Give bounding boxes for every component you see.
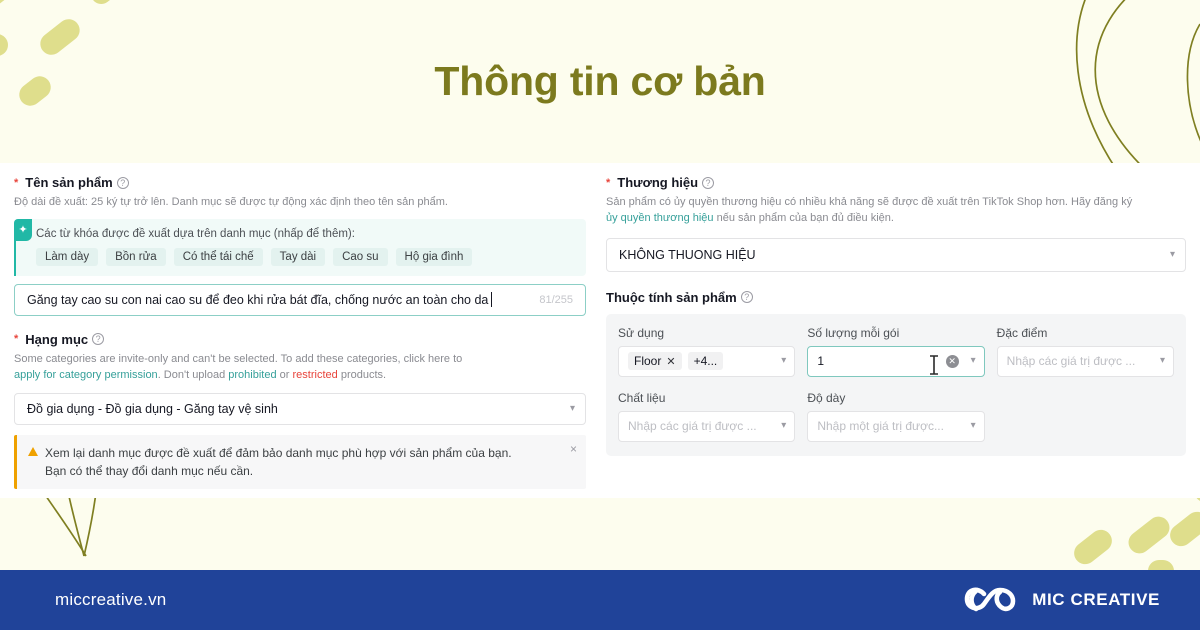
- warning-line-1: Xem lại danh mục được đề xuất để đảm bảo…: [45, 445, 512, 460]
- chevron-down-icon: ▾: [1169, 248, 1175, 260]
- product-name-description: Độ dài đề xuất: 25 ký tự trở lên. Danh m…: [14, 196, 448, 208]
- product-name-input[interactable]: Găng tay cao su con nai cao su để đeo kh…: [14, 283, 586, 316]
- character-counter: 81/255: [539, 293, 573, 306]
- product-attributes-panel: Sử dụng Floor ✕ +4... ▾ Số lượng mỗi gói…: [606, 313, 1186, 456]
- tag-remove-icon[interactable]: ✕: [666, 355, 675, 368]
- attribute-label: Đặc điểm: [996, 325, 1048, 340]
- keyword-chip[interactable]: Làm dày: [36, 247, 99, 266]
- category-label-text: Hạng mục: [25, 331, 89, 347]
- brand-description: Sản phẩm có ủy quyền thương hiệu có nhiề…: [606, 195, 1186, 227]
- attribute-usage: Sử dụng Floor ✕ +4... ▾: [618, 325, 796, 377]
- prohibited-link[interactable]: prohibited: [228, 369, 276, 381]
- attribute-material: Chất liệu Nhập các giá trị được ... ▾: [618, 390, 796, 442]
- apply-category-permission-link[interactable]: apply for category permission: [14, 369, 158, 381]
- product-name-label-text: Tên sản phẩm: [25, 175, 113, 190]
- overflow-tag[interactable]: +4...: [687, 352, 724, 371]
- product-name-label: * Tên sản phẩm ?: [14, 175, 586, 190]
- usage-multiselect[interactable]: Floor ✕ +4... ▾: [618, 345, 796, 377]
- category-desc-line1: Some categories are invite-only and can'…: [14, 352, 463, 365]
- category-description: Some categories are invite-only and can'…: [14, 352, 586, 384]
- brand-desc-a: Sản phẩm có ủy quyền thương hiệu có nhiề…: [606, 196, 1133, 208]
- thickness-select[interactable]: Nhập một giá trị được... ▾: [807, 410, 985, 442]
- thickness-placeholder: Nhập một giá trị được...: [817, 419, 944, 434]
- infinity-loop-icon: [964, 587, 1016, 612]
- brand-desc-b: nếu sản phẩm của bạn đủ điều kiện.: [713, 211, 894, 224]
- keyword-chip-list: Làm dày Bồn rửa Có thể tái chế Tay dài C…: [36, 247, 576, 266]
- restricted-link[interactable]: restricted: [293, 369, 338, 381]
- category-label: * Hạng mục ?: [14, 332, 586, 347]
- attribute-label: Sử dụng: [618, 325, 665, 340]
- attribute-empty-cell: [997, 385, 1174, 442]
- question-circle-icon[interactable]: ?: [702, 176, 715, 189]
- keyword-chip[interactable]: Tay dài: [270, 247, 326, 266]
- category-desc-end: products.: [337, 368, 387, 381]
- chevron-down-icon: ▾: [781, 420, 787, 432]
- tag-label: Floor: [634, 354, 662, 369]
- brand-authorization-link[interactable]: ủy quyền thương hiệu: [606, 212, 714, 224]
- chevron-down-icon: ▾: [1159, 355, 1165, 367]
- ai-prompt-text: Các từ khóa được đề xuất dựa trên danh m…: [36, 227, 355, 240]
- brand-name: MIC CREATIVE: [1032, 590, 1160, 609]
- ai-accent-stripe: [14, 240, 16, 276]
- required-marker: *: [14, 333, 19, 346]
- material-select[interactable]: Nhập các giá trị được ... ▾: [618, 410, 796, 442]
- ai-keyword-suggestion-box: ✦ Các từ khóa được đề xuất dựa trên danh…: [14, 218, 586, 276]
- features-select[interactable]: Nhập các giá trị được ... ▾: [996, 345, 1174, 377]
- clear-circle-icon[interactable]: ✕: [945, 354, 959, 368]
- attribute-qty-per-pack: Số lượng mỗi gói 1 ✕ ▾: [807, 325, 985, 377]
- question-circle-icon[interactable]: ?: [92, 333, 105, 346]
- brand-label-text: Thương hiệu: [617, 175, 699, 190]
- category-select[interactable]: Đồ gia dụng - Đồ gia dụng - Găng tay vệ …: [14, 392, 586, 425]
- category-desc-mid: . Don't upload: [157, 368, 229, 381]
- product-name-value: Găng tay cao su con nai cao su để đeo kh…: [27, 292, 489, 307]
- chevron-down-icon: ▾: [569, 402, 575, 414]
- warning-line-2: Bạn có thể thay đổi danh mục nếu cần.: [45, 463, 254, 478]
- brand-lockup: MIC CREATIVE: [962, 585, 1160, 615]
- keyword-chip[interactable]: Cao su: [333, 247, 388, 266]
- attribute-features: Đặc điểm Nhập các giá trị được ... ▾: [996, 325, 1174, 377]
- brand-selected-value: KHÔNG THUONG HIỆU: [619, 247, 756, 262]
- attribute-label: Số lượng mỗi gói: [807, 325, 900, 340]
- footer-website[interactable]: miccreative.vn: [55, 590, 166, 610]
- keyword-chip[interactable]: Có thể tái chế: [173, 247, 263, 266]
- chevron-down-icon: ▾: [970, 420, 976, 432]
- product-attributes-title: Thuộc tính sản phẩm ?: [606, 290, 1186, 305]
- mouse-cursor-ibeam: [930, 355, 939, 375]
- attribute-label: Chất liệu: [618, 390, 666, 405]
- features-placeholder: Nhập các giá trị được ...: [1006, 354, 1136, 369]
- attribute-thickness: Độ dày Nhập một giá trị được... ▾: [807, 390, 985, 442]
- qty-per-pack-value: 1: [817, 354, 825, 369]
- question-circle-icon[interactable]: ?: [116, 176, 129, 189]
- product-attributes-title-text: Thuộc tính sản phẩm: [606, 289, 737, 305]
- keyword-chip[interactable]: Bồn rửa: [106, 247, 166, 266]
- brand-label: * Thương hiệu ?: [606, 175, 1186, 190]
- selected-tag[interactable]: Floor ✕: [628, 352, 682, 371]
- brand-select[interactable]: KHÔNG THUONG HIỆU ▾: [606, 237, 1186, 272]
- required-marker: *: [14, 176, 19, 189]
- category-warning-banner: Xem lại danh mục được đề xuất để đảm bảo…: [14, 434, 586, 489]
- page-title: Thông tin cơ bản: [434, 58, 766, 104]
- material-placeholder: Nhập các giá trị được ...: [628, 419, 757, 434]
- category-desc-or: or: [276, 368, 293, 381]
- question-circle-icon[interactable]: ?: [740, 291, 753, 304]
- sparkle-icon[interactable]: ✦: [14, 218, 32, 241]
- qty-per-pack-input[interactable]: 1 ✕ ▾: [807, 345, 985, 377]
- close-icon[interactable]: ×: [570, 442, 577, 456]
- chevron-down-icon: ▾: [781, 355, 787, 367]
- category-selected-value: Đồ gia dụng - Đồ gia dụng - Găng tay vệ …: [27, 401, 278, 416]
- text-caret: [491, 292, 493, 308]
- screenshot-region: * Tên sản phẩm ? Độ dài đề xuất: 25 ký t…: [0, 163, 1200, 498]
- required-marker: *: [606, 176, 611, 189]
- warning-triangle-icon: [28, 446, 38, 456]
- left-column: * Tên sản phẩm ? Độ dài đề xuất: 25 ký t…: [0, 163, 600, 498]
- chevron-down-icon: ▾: [970, 355, 976, 367]
- keyword-chip[interactable]: Hộ gia đình: [395, 247, 473, 266]
- right-column: * Thương hiệu ? Sản phẩm có ủy quyền thư…: [600, 163, 1200, 498]
- footer-bar: miccreative.vn MIC CREATIVE: [0, 570, 1200, 630]
- attribute-label: Độ dày: [807, 390, 846, 405]
